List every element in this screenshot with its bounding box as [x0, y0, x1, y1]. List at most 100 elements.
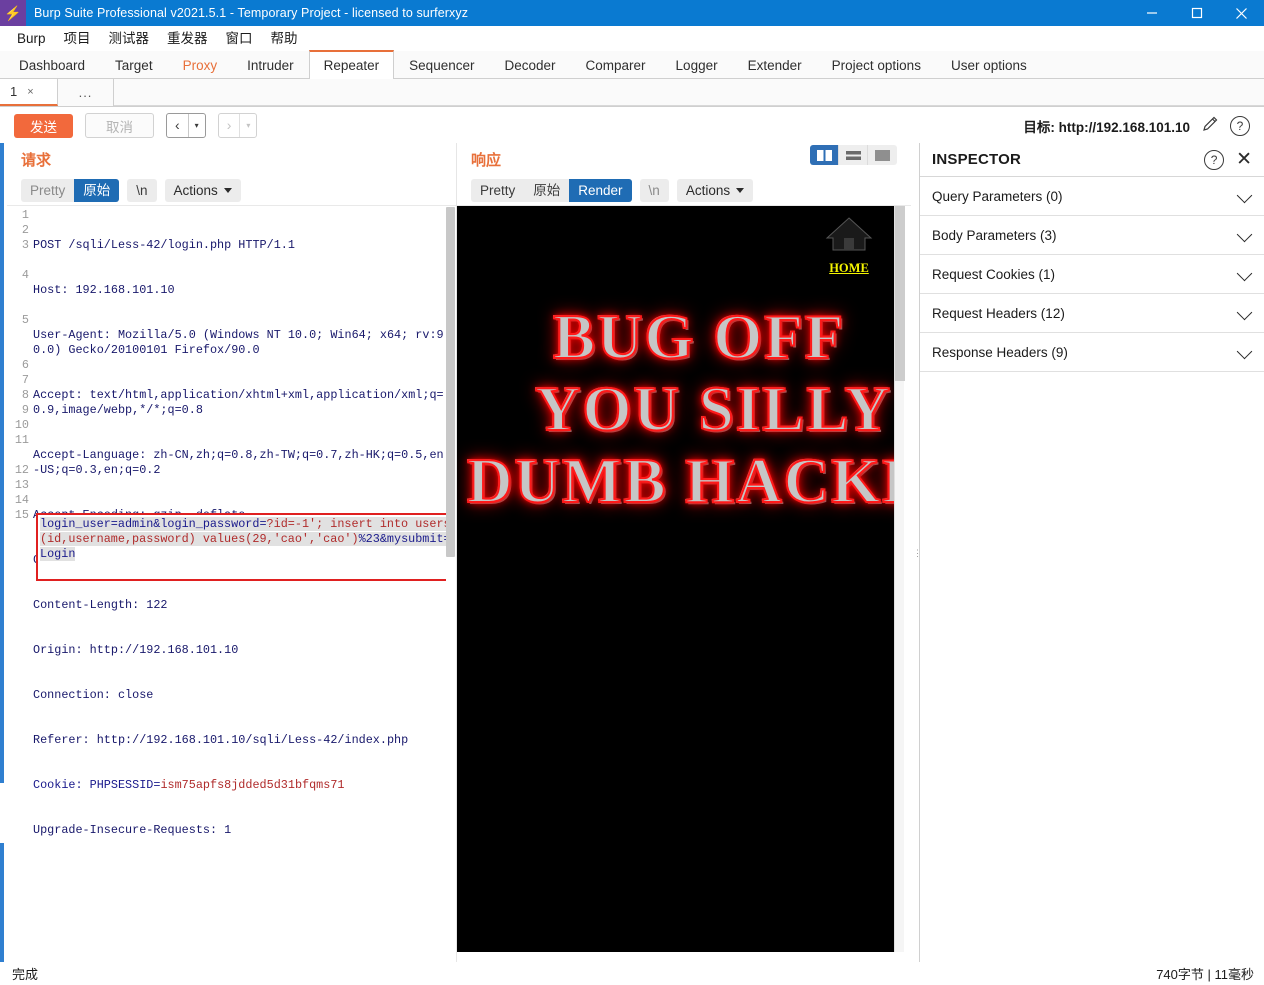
request-pretty-button[interactable]: Pretty — [21, 179, 74, 202]
pane-splitter[interactable]: ⋮ — [911, 143, 922, 962]
response-format-group: Pretty 原始 Render — [471, 178, 632, 202]
repeater-toolbar: 发送 取消 ‹ ▾ › ▾ 目标: http://192.168.101.10 … — [0, 107, 1264, 145]
response-headline: BUG OFF YOU SILLY DUMB HACKER — [457, 301, 895, 517]
menu-item-repeater[interactable]: 重发器 — [158, 26, 217, 51]
tab-decoder[interactable]: Decoder — [489, 51, 570, 78]
response-actions-label: Actions — [685, 182, 731, 198]
inspector-row-label: Body Parameters (3) — [932, 227, 1057, 243]
new-tab-button[interactable]: ... — [58, 79, 114, 106]
chevron-down-icon[interactable] — [1236, 187, 1253, 204]
status-bar: 完成 740字节 | 11毫秒 — [0, 962, 1264, 985]
inspector-section-query-parameters[interactable]: Query Parameters (0) — [920, 177, 1264, 216]
tab-repeater[interactable]: Repeater — [308, 50, 395, 79]
request-view-controls: Pretty 原始 \n Actions — [7, 175, 456, 205]
request-scrollbar-thumb[interactable] — [446, 207, 455, 557]
splitter-grip-icon: ⋮ — [913, 547, 922, 558]
forward-button-group[interactable]: › ▾ — [217, 113, 258, 138]
single-pane-layout-icon[interactable] — [868, 145, 897, 165]
chevron-down-icon[interactable] — [1236, 304, 1253, 321]
inspector-section-body-parameters[interactable]: Body Parameters (3) — [920, 216, 1264, 255]
response-pretty-button[interactable]: Pretty — [471, 179, 524, 202]
request-line-cookie: Cookie: PHPSESSID=ism75apfs8jdded5d31bfq… — [33, 778, 450, 793]
pencil-icon[interactable] — [1200, 114, 1220, 137]
response-render-area: HOME BUG OFF YOU SILLY DUMB HACKER — [457, 205, 911, 962]
tab-comparer[interactable]: Comparer — [571, 51, 661, 78]
request-editor[interactable]: 1234 56789 10 11 12 13 14 15 POST /sqli/Less-… — [7, 205, 456, 962]
tab-user-options[interactable]: User options — [936, 51, 1042, 78]
tab-dashboard[interactable]: Dashboard — [4, 51, 100, 78]
menu-item-intruder[interactable]: 测试器 — [100, 26, 159, 51]
response-actions-button[interactable]: Actions — [676, 178, 754, 202]
status-right-text: 740字节 | 11毫秒 — [1156, 967, 1254, 982]
minimize-button[interactable] — [1129, 0, 1174, 26]
side-by-side-layout-icon[interactable] — [810, 145, 839, 165]
status-left-text: 完成 — [12, 967, 39, 982]
repeater-tab-1[interactable]: 1 × — [0, 79, 58, 106]
response-raw-button[interactable]: 原始 — [524, 179, 569, 202]
response-newline-button[interactable]: \n — [640, 179, 669, 202]
inspector-close-icon[interactable]: ✕ — [1236, 150, 1252, 169]
request-line: Accept-Language: zh-CN,zh;q=0.8,zh-TW;q=… — [33, 448, 444, 477]
request-format-group: Pretty 原始 — [21, 178, 120, 202]
request-line: POST /sqli/Less-42/login.php HTTP/1.1 — [33, 238, 295, 252]
inspector-title: INSPECTOR — [932, 151, 1022, 168]
chevron-down-icon[interactable] — [1236, 226, 1253, 243]
tab-sequencer[interactable]: Sequencer — [394, 51, 489, 78]
menu-item-window[interactable]: 窗口 — [217, 26, 262, 51]
repeater-tab-strip: 1 × ... — [0, 79, 1264, 107]
stacked-layout-icon[interactable] — [839, 145, 868, 165]
cookie-name: Cookie: PHPSESSID= — [33, 778, 161, 792]
payload-text: login_user=admin&login_password=?id=-1';… — [40, 517, 451, 562]
menu-item-burp[interactable]: Burp — [8, 26, 55, 51]
close-button[interactable] — [1219, 0, 1264, 26]
burp-logo-icon: ⚡ — [0, 0, 26, 26]
chevron-down-icon — [223, 187, 232, 193]
back-dropdown-icon[interactable]: ▾ — [189, 114, 205, 137]
response-render-button[interactable]: Render — [569, 178, 632, 202]
help-icon[interactable]: ? — [1230, 115, 1250, 136]
back-arrow-icon[interactable]: ‹ — [167, 114, 188, 137]
request-line: Accept: text/html,application/xhtml+xml,… — [33, 388, 444, 417]
request-actions-button[interactable]: Actions — [164, 178, 241, 202]
tab-logger[interactable]: Logger — [661, 51, 733, 78]
request-scrollbar[interactable] — [446, 207, 455, 961]
forward-arrow-icon[interactable]: › — [219, 114, 240, 137]
inspector-section-response-headers[interactable]: Response Headers (9) — [920, 333, 1264, 372]
inspector-row-label: Query Parameters (0) — [932, 188, 1063, 204]
tab-proxy[interactable]: Proxy — [168, 51, 233, 78]
chevron-down-icon[interactable] — [1236, 343, 1253, 360]
response-scrollbar[interactable] — [894, 206, 905, 952]
layout-toggle-group — [810, 145, 897, 165]
menu-item-help[interactable]: 帮助 — [262, 26, 307, 51]
menu-bar: Burp 项目 测试器 重发器 窗口 帮助 — [0, 26, 1264, 51]
tab-extender[interactable]: Extender — [733, 51, 817, 78]
forward-dropdown-icon[interactable]: ▾ — [240, 114, 256, 137]
title-bar: ⚡ Burp Suite Professional v2021.5.1 - Te… — [0, 0, 1264, 26]
main-content-area: 请求 Pretty 原始 \n Actions 1 2 3 4 5 6 7 8 … — [0, 143, 1264, 963]
inspector-header: INSPECTOR ? ✕ — [920, 143, 1264, 177]
close-icon[interactable]: × — [27, 86, 33, 98]
send-button[interactable]: 发送 — [14, 113, 73, 138]
tab-project-options[interactable]: Project options — [817, 51, 936, 78]
inspector-help-icon[interactable]: ? — [1204, 149, 1225, 170]
inspector-section-request-headers[interactable]: Request Headers (12) — [920, 294, 1264, 333]
cancel-button[interactable]: 取消 — [85, 113, 154, 138]
window-title: Burp Suite Professional v2021.5.1 - Temp… — [34, 6, 469, 20]
inspector-section-request-cookies[interactable]: Request Cookies (1) — [920, 255, 1264, 294]
rendered-page[interactable]: HOME BUG OFF YOU SILLY DUMB HACKER — [457, 206, 895, 952]
tab-intruder[interactable]: Intruder — [232, 51, 309, 78]
inspector-panel: INSPECTOR ? ✕ Query Parameters (0) Body … — [919, 143, 1264, 962]
request-newline-button[interactable]: \n — [127, 179, 156, 202]
maximize-button[interactable] — [1174, 0, 1219, 26]
tab-target[interactable]: Target — [100, 51, 168, 78]
response-scrollbar-thumb[interactable] — [895, 206, 905, 381]
home-link-label[interactable]: HOME — [817, 261, 881, 276]
request-line: Referer: http://192.168.101.10/sqli/Less… — [33, 733, 409, 747]
payload-highlight-box[interactable]: login_user=admin&login_password=?id=-1';… — [36, 513, 455, 581]
request-title: 请求 — [21, 151, 52, 169]
request-raw-button[interactable]: 原始 — [74, 178, 120, 202]
chevron-down-icon[interactable] — [1236, 265, 1253, 282]
menu-item-project[interactable]: 项目 — [55, 26, 100, 51]
back-button-group[interactable]: ‹ ▾ — [166, 113, 206, 138]
home-link[interactable]: HOME — [817, 214, 881, 276]
